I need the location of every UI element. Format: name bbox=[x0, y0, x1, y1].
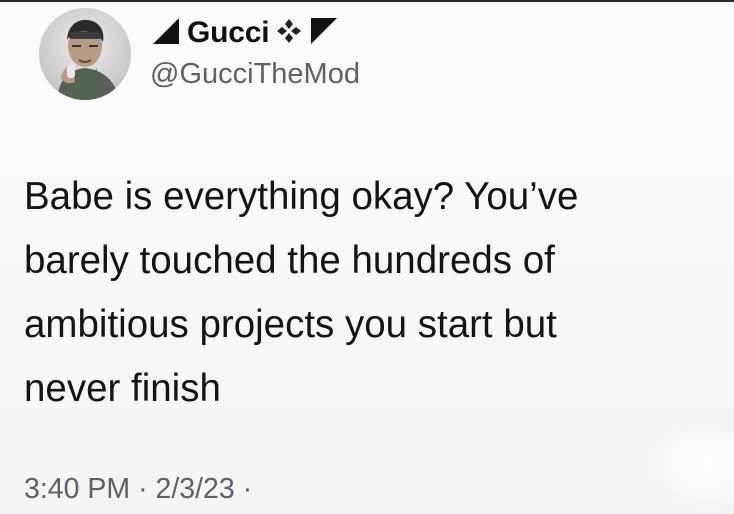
display-name[interactable]: Gucci bbox=[187, 18, 270, 48]
tweet-text-line: Babe is everything okay? You’ve bbox=[24, 175, 579, 218]
meta-separator: · bbox=[242, 473, 253, 505]
name-row[interactable]: Gucci bbox=[151, 14, 339, 52]
tweet-time[interactable]: 3:40 PM bbox=[24, 473, 130, 505]
tweet-metadata: 3:40 PM · 2/3/23 · bbox=[24, 475, 252, 504]
tweet-date[interactable]: 2/3/23 bbox=[155, 473, 234, 505]
image-artifact bbox=[644, 430, 734, 514]
avatar[interactable] bbox=[39, 8, 131, 100]
tweet-card: Gucci @GucciTheMod Babe is everything ok… bbox=[0, 0, 734, 514]
avatar-image bbox=[39, 8, 131, 100]
left-flag-icon bbox=[151, 16, 181, 51]
user-handle[interactable]: @GucciTheMod bbox=[150, 60, 360, 89]
meta-separator: · bbox=[138, 473, 148, 505]
tweet-text-line: never finish bbox=[24, 367, 221, 410]
tweet-text-line: ambitious projects you start but bbox=[24, 303, 557, 346]
tweet-text: Babe is everything okay? You’ve barely t… bbox=[24, 165, 724, 421]
top-divider bbox=[0, 0, 734, 2]
right-flag-icon bbox=[309, 16, 339, 51]
four-diamond-icon bbox=[275, 17, 303, 50]
tweet-text-line: barely touched the hundreds of bbox=[24, 239, 555, 282]
